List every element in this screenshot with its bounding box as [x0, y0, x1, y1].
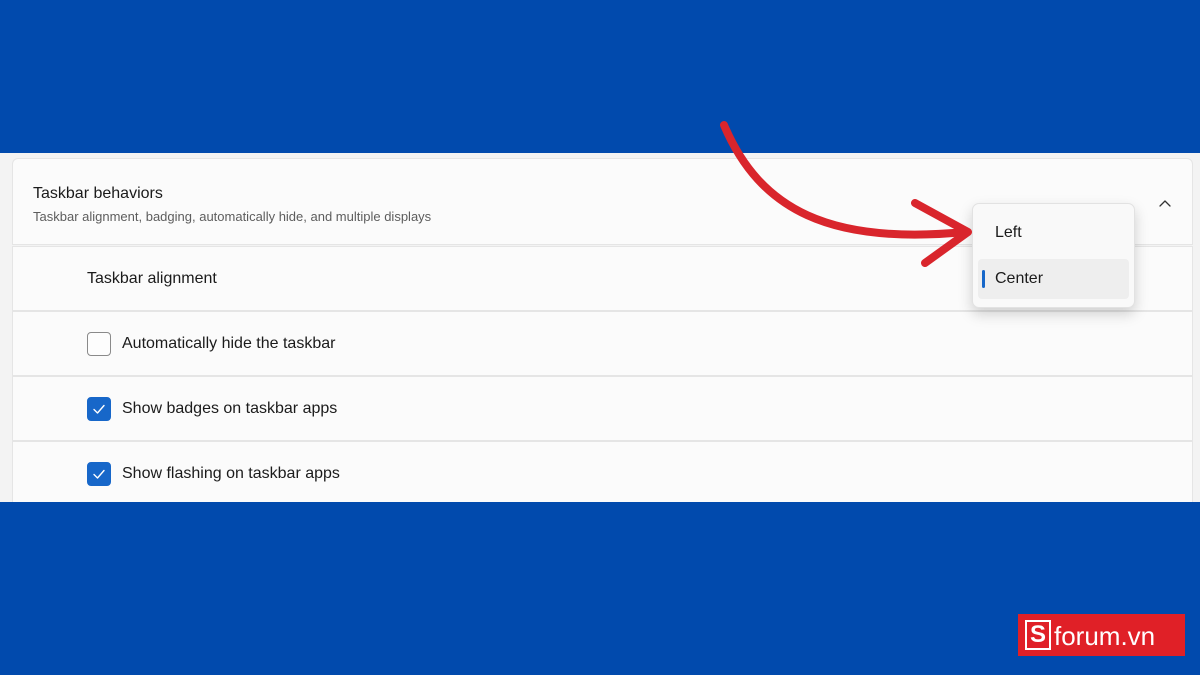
chevron-up-icon[interactable]: [1158, 196, 1172, 210]
show-badges-checkbox[interactable]: [87, 397, 111, 421]
selected-indicator: [982, 270, 985, 288]
sforum-logo: S forum.vn: [1018, 614, 1185, 656]
taskbar-alignment-label: Taskbar alignment: [87, 270, 217, 287]
section-subtitle: Taskbar alignment, badging, automaticall…: [33, 209, 432, 224]
show-badges-label: Show badges on taskbar apps: [122, 400, 338, 417]
taskbar-alignment-dropdown[interactable]: Left Center: [972, 203, 1135, 308]
show-flashing-checkbox[interactable]: [87, 462, 111, 486]
logo-text: forum.vn: [1054, 621, 1156, 651]
auto-hide-checkbox[interactable]: [87, 332, 111, 356]
logo-s-mark: S: [1025, 620, 1051, 650]
checkmark-icon: [93, 404, 105, 414]
dropdown-option-left[interactable]: Left: [978, 213, 1129, 253]
show-flashing-row[interactable]: Show flashing on taskbar apps: [12, 441, 1193, 502]
show-flashing-label: Show flashing on taskbar apps: [122, 465, 340, 482]
section-title: Taskbar behaviors: [33, 185, 163, 202]
checkmark-icon: [93, 469, 105, 479]
auto-hide-row[interactable]: Automatically hide the taskbar: [12, 311, 1193, 376]
show-badges-row[interactable]: Show badges on taskbar apps: [12, 376, 1193, 441]
dropdown-option-center[interactable]: Center: [978, 259, 1129, 299]
dropdown-option-label: Left: [995, 224, 1022, 241]
auto-hide-label: Automatically hide the taskbar: [122, 335, 336, 352]
dropdown-option-label: Center: [995, 270, 1044, 287]
